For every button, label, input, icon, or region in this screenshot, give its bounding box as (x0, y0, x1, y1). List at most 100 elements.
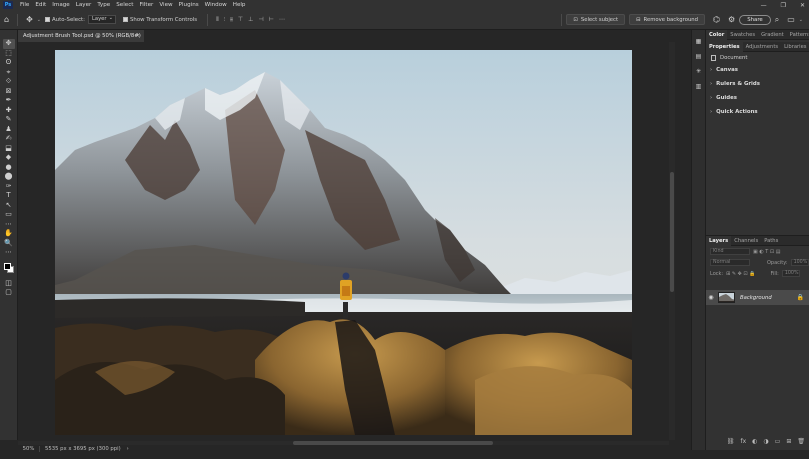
show-transform-checkbox[interactable] (123, 17, 128, 22)
brush-settings-icon[interactable]: ✳ (696, 68, 701, 75)
lock-icons[interactable]: ⊞ ✎ ✥ ⊡ 🔒 (726, 271, 755, 277)
fill-input[interactable]: 100% (781, 270, 800, 277)
rectangle-tool-icon[interactable]: ▭ (3, 210, 15, 220)
menu-file[interactable]: File (17, 0, 32, 10)
dodge-tool-icon[interactable]: ⬤ (3, 172, 15, 182)
gradient-tool-icon[interactable]: ◆ (3, 153, 15, 163)
link-layers-icon[interactable]: ⛓ (727, 438, 735, 448)
panel-icon-4[interactable]: ▥ (696, 83, 702, 90)
lasso-tool-icon[interactable]: ʘ (3, 58, 15, 68)
align-right-icon[interactable]: ⫵ (230, 16, 233, 24)
blur-tool-icon[interactable]: ● (3, 163, 15, 173)
screen-mode-icon[interactable]: ▢ (3, 288, 15, 298)
foreground-color-swatch[interactable] (3, 262, 11, 270)
workspace-icon[interactable]: ▭ (787, 15, 795, 24)
section-guides[interactable]: › Guides (706, 91, 809, 105)
section-canvas[interactable]: › Canvas (706, 63, 809, 77)
auto-select-checkbox[interactable] (44, 17, 50, 22)
layer-background[interactable]: ◉ Background 🔒 (706, 290, 809, 305)
path-selection-tool-icon[interactable]: ↖ (3, 201, 15, 211)
document-tab[interactable]: Adjustment Brush Tool.psd @ 50% (RGB/8#)… (18, 30, 144, 42)
menu-edit[interactable]: Edit (32, 0, 49, 10)
align-center-icon[interactable]: ⫶ (224, 16, 226, 24)
tab-channels[interactable]: Channels (731, 236, 761, 246)
workspace-chevron-icon[interactable]: ⌄ (799, 17, 803, 23)
share-button[interactable]: Share (739, 14, 771, 25)
fx-icon[interactable]: fx (741, 438, 747, 448)
align-top-icon[interactable]: ⊤ (238, 16, 243, 24)
menu-image[interactable]: Image (49, 0, 73, 10)
eyedropper-tool-icon[interactable]: ✒ (3, 96, 15, 106)
zoom-tool-icon[interactable]: 🔍 (3, 239, 15, 249)
settings-icon[interactable]: ⚙ (728, 15, 735, 24)
new-layer-icon[interactable]: ⊞ (786, 438, 791, 448)
brush-tool-icon[interactable]: ✎ (3, 115, 15, 125)
edit-toolbar-icon[interactable]: ⋯ (3, 220, 15, 230)
clone-stamp-tool-icon[interactable]: ♟ (3, 125, 15, 135)
visibility-eye-icon[interactable]: ◉ (706, 294, 716, 301)
select-subject-button[interactable]: ⊡ Select subject (566, 14, 626, 25)
adjust-icon[interactable]: ⌬ (713, 15, 720, 24)
new-group-icon[interactable]: ▭ (775, 438, 781, 448)
minimize-icon[interactable]: — (761, 2, 767, 9)
menu-select[interactable]: Select (113, 0, 136, 10)
menu-view[interactable]: View (156, 0, 175, 10)
tab-swatches[interactable]: Swatches (727, 30, 758, 40)
vertical-scroll-thumb[interactable] (670, 172, 674, 292)
menu-help[interactable]: Help (230, 0, 249, 10)
crop-tool-icon[interactable]: ⟐ (3, 77, 15, 87)
tab-gradient[interactable]: Gradient (758, 30, 787, 40)
distribute-right-icon[interactable]: ⊢ (269, 16, 274, 24)
document-image[interactable] (55, 50, 632, 435)
menu-filter[interactable]: Filter (136, 0, 156, 10)
horizontal-scroll-thumb[interactable] (293, 441, 493, 445)
home-icon[interactable]: ⌂ (4, 15, 9, 24)
eraser-tool-icon[interactable]: ⬓ (3, 144, 15, 154)
horizontal-scrollbar[interactable] (18, 441, 669, 445)
more-tools-icon[interactable]: ⋯ (3, 248, 15, 258)
blend-mode-dropdown[interactable]: Normal (710, 259, 750, 266)
color-swatches[interactable] (3, 262, 15, 276)
adjustment-layer-icon[interactable]: ◑ (763, 438, 768, 448)
status-arrow-icon[interactable]: › (127, 446, 129, 452)
layer-name[interactable]: Background (740, 295, 772, 301)
restore-icon[interactable]: ❐ (781, 2, 786, 9)
menu-window[interactable]: Window (202, 0, 230, 10)
filter-icons[interactable]: ▣ ◐ T ⊡ ▤ (753, 249, 780, 255)
move-tool-icon[interactable]: ✥ (2, 39, 15, 49)
align-left-icon[interactable]: ⫴ (216, 16, 219, 24)
tab-properties[interactable]: Properties (706, 41, 743, 52)
frame-tool-icon[interactable]: ⊠ (3, 87, 15, 97)
section-rulers-grids[interactable]: › Rulers & Grids (706, 77, 809, 91)
search-icon[interactable]: ⌕ (775, 15, 779, 25)
tab-paths[interactable]: Paths (761, 236, 781, 246)
quick-mask-icon[interactable]: ◫ (3, 279, 15, 289)
tab-layers[interactable]: Layers (706, 235, 732, 246)
menu-type[interactable]: Type (94, 0, 113, 10)
tab-libraries[interactable]: Libraries (781, 42, 809, 52)
add-mask-icon[interactable]: ◐ (752, 438, 757, 448)
delete-layer-icon[interactable]: 🗑 (797, 438, 805, 448)
opacity-input[interactable]: 100% (790, 259, 809, 266)
close-tab-icon[interactable]: × (136, 30, 140, 42)
auto-select-dropdown[interactable]: Layer (88, 15, 116, 24)
canvas-area[interactable] (18, 42, 669, 440)
align-bottom-icon[interactable]: ⊥ (248, 16, 253, 24)
panel-icon-1[interactable]: ▦ (696, 38, 702, 45)
distribute-left-icon[interactable]: ⊣ (258, 16, 263, 24)
remove-background-button[interactable]: ⊟ Remove background (629, 14, 706, 25)
comments-icon[interactable]: ▤ (696, 53, 702, 60)
healing-brush-tool-icon[interactable]: ✚ (3, 106, 15, 116)
close-icon[interactable]: ✕ (800, 2, 805, 9)
kind-filter-dropdown[interactable]: Kind (710, 248, 750, 255)
type-tool-icon[interactable]: T (3, 191, 15, 201)
chevron-down-icon[interactable]: ⌄ (37, 17, 41, 23)
tab-color[interactable]: Color (706, 29, 728, 40)
pen-tool-icon[interactable]: ✑ (3, 182, 15, 192)
history-brush-tool-icon[interactable]: ✍ (3, 134, 15, 144)
tab-adjustments[interactable]: Adjustments (743, 42, 782, 52)
tab-patterns[interactable]: Patterns (787, 30, 809, 40)
move-tool-icon[interactable]: ✥ (26, 15, 33, 24)
section-quick-actions[interactable]: › Quick Actions (706, 105, 809, 119)
object-selection-tool-icon[interactable]: ⌖ (3, 68, 15, 78)
